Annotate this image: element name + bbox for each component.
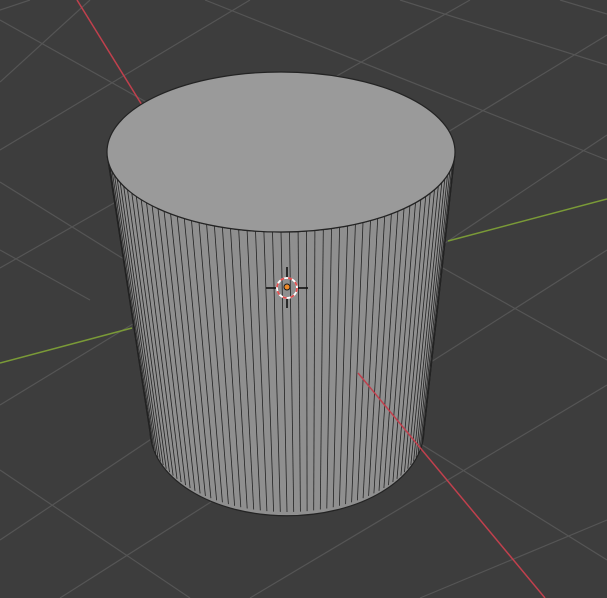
cylinder-mesh[interactable] <box>106 71 456 517</box>
3d-viewport[interactable] <box>0 0 607 598</box>
cylinder-top-face <box>106 71 456 233</box>
object-origin-icon <box>283 283 291 291</box>
